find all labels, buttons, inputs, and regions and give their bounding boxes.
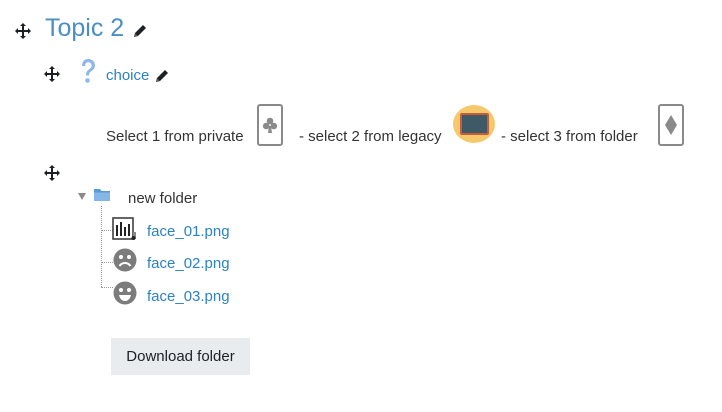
file-link-face-03[interactable]: face_03.png <box>147 287 230 307</box>
section-title[interactable]: Topic 2 <box>45 12 124 44</box>
monitor-icon <box>453 105 495 143</box>
question-mark-icon <box>77 58 99 91</box>
sad-face-icon <box>113 248 137 277</box>
move-icon[interactable] <box>43 65 61 83</box>
file-link-face-02[interactable]: face_02.png <box>147 254 230 274</box>
file-link-face-01[interactable]: face_01.png <box>147 222 230 242</box>
description-text-1: Select 1 from private <box>106 128 244 145</box>
download-folder-button[interactable]: Download folder <box>111 338 250 375</box>
folder-name: new folder <box>128 190 198 207</box>
collapse-triangle-icon[interactable] <box>78 187 86 205</box>
activity-link-choice[interactable]: choice <box>106 66 149 86</box>
image-file-icon <box>112 217 138 246</box>
club-card-icon <box>257 104 283 146</box>
diamond-card-icon <box>658 104 684 146</box>
move-icon[interactable] <box>14 22 32 40</box>
move-icon[interactable] <box>43 164 61 182</box>
course-section: Topic 2 choice Select 1 from private - s… <box>0 0 722 412</box>
smile-face-icon <box>113 281 137 310</box>
edit-pencil-icon[interactable] <box>155 69 169 83</box>
description-text-3: - select 3 from folder <box>501 128 638 145</box>
folder-icon <box>94 188 110 206</box>
edit-pencil-icon[interactable] <box>133 24 147 38</box>
description-text-2: - select 2 from legacy <box>299 128 442 145</box>
